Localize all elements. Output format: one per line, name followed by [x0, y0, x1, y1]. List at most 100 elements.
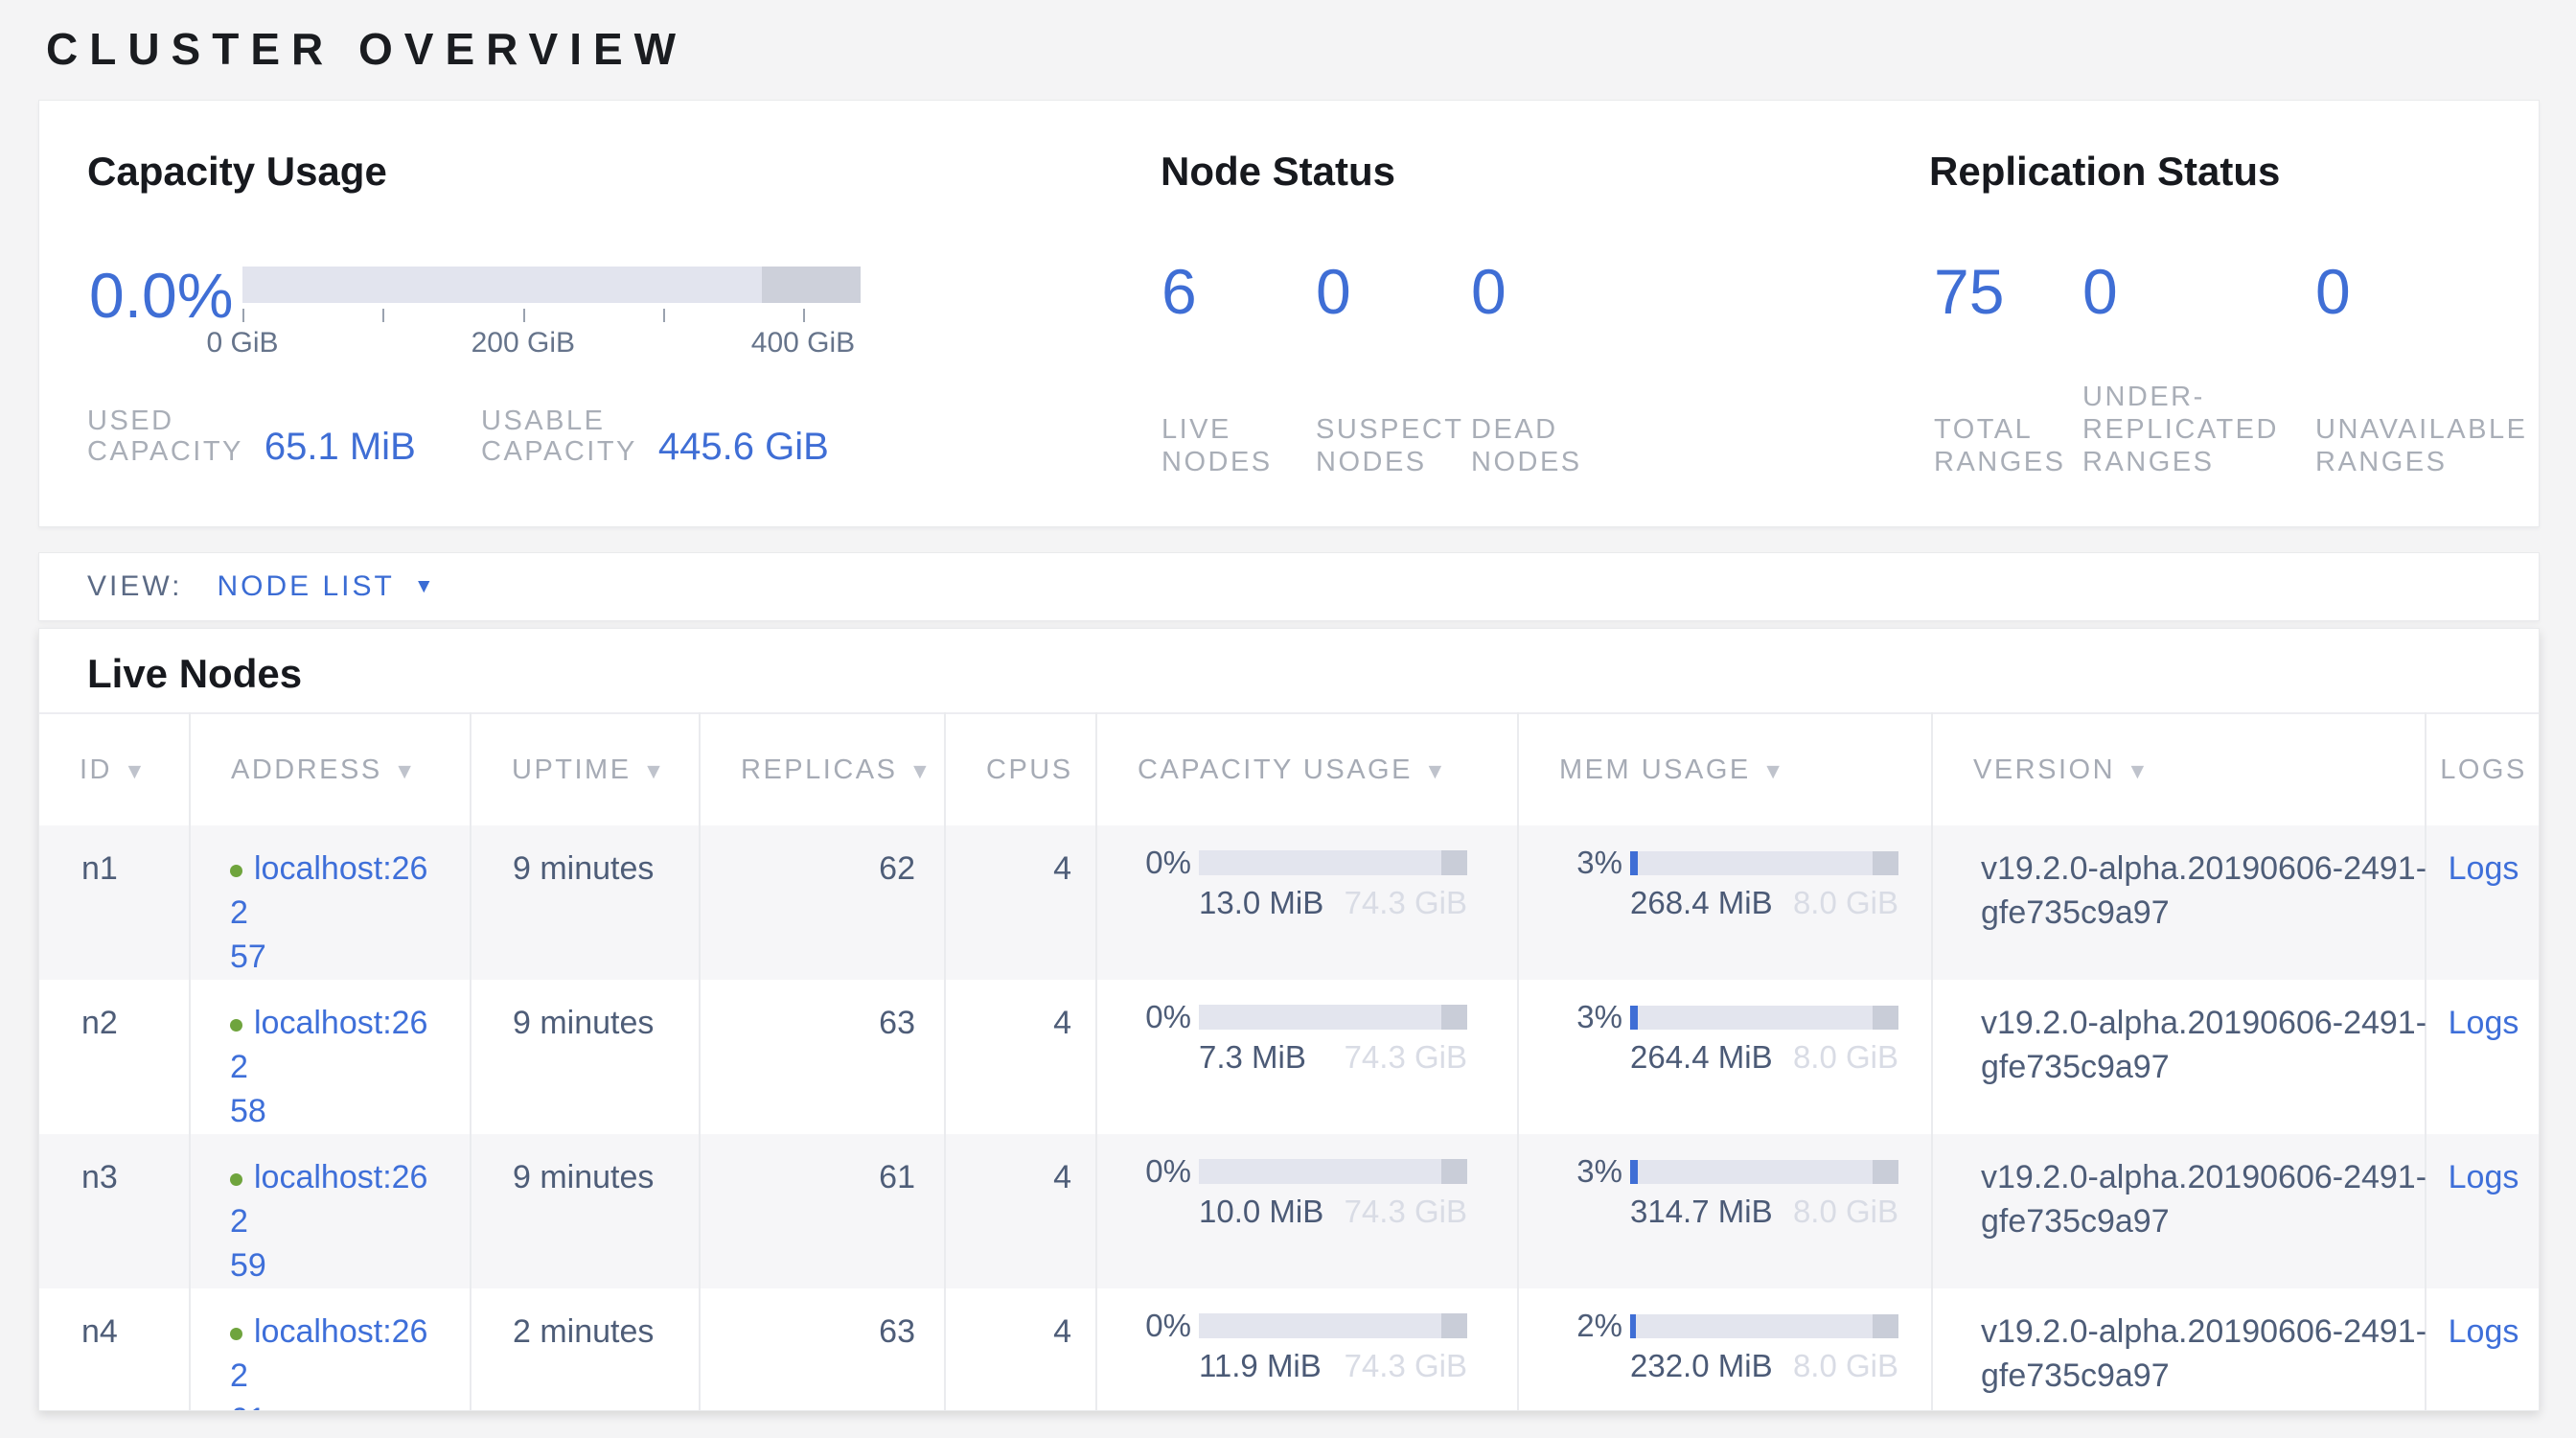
usage-used-value: 232.0 MiB — [1630, 1349, 1773, 1383]
node-version: v19.2.0-alpha.20190606-2491-gfe735c9a97 — [1981, 1001, 2431, 1089]
usage-percent: 0% — [1098, 1310, 1199, 1342]
usage-percent: 0% — [1098, 1001, 1199, 1033]
capacity-usage-gauge: 0%7.3 MiB 74.3 GiB — [1098, 1001, 1516, 1075]
usage-bar-track — [1630, 851, 1898, 875]
metric-label: UNAVAILABLERANGES — [2315, 413, 2536, 478]
node-id: n1 — [39, 825, 190, 980]
node-cpus: 4 — [945, 980, 1096, 1134]
node-address: localhost:26259 — [230, 1155, 436, 1287]
sort-desc-icon[interactable]: ▼ — [394, 758, 418, 783]
usage-bar-endcap — [1873, 1160, 1898, 1184]
capacity-usage-gauge: 0%11.9 MiB 74.3 GiB — [1098, 1310, 1516, 1383]
sort-desc-icon[interactable]: ▼ — [124, 758, 148, 783]
node-replicas: 62 — [700, 825, 945, 980]
column-header-mem-usage[interactable]: MEM USAGE▼ — [1518, 713, 1932, 825]
node-logs-link[interactable]: Logs — [2449, 850, 2519, 887]
column-header-version[interactable]: VERSION▼ — [1932, 713, 2426, 825]
usage-total-value: 74.3 GiB — [1345, 1349, 1467, 1383]
cluster-summary-panel: Capacity Usage Node Status Replication S… — [38, 100, 2540, 527]
summary-metric: 0UNAVAILABLERANGES — [2315, 260, 2536, 478]
axis-tick — [382, 309, 384, 322]
metric-value: 0 — [1471, 260, 1663, 323]
usage-used-value: 11.9 MiB — [1199, 1349, 1322, 1383]
view-selector-bar: VIEW: NODE LIST ▼ — [38, 552, 2540, 621]
mem-usage-gauge: 3%264.4 MiB8.0 GiB — [1520, 1001, 1930, 1075]
table-row-n3: n3localhost:262599 minutes6140%10.0 MiB7… — [39, 1134, 2540, 1288]
metric-value: 6 — [1162, 260, 1316, 323]
axis-tick-label: 400 GiB — [751, 327, 855, 360]
node-address-link[interactable]: localhost:26259 — [230, 1159, 427, 1284]
column-header-replicas[interactable]: REPLICAS▼ — [700, 713, 945, 825]
replication-status-heading: Replication Status — [1929, 149, 2280, 195]
usage-used-value: 314.7 MiB — [1630, 1194, 1773, 1229]
node-uptime: 2 minutes — [471, 1288, 700, 1411]
node-logs-link[interactable]: Logs — [2449, 1005, 2519, 1041]
usage-bar-track — [1199, 850, 1467, 875]
sort-desc-icon[interactable]: ▼ — [908, 758, 932, 783]
usage-bar-endcap — [1873, 1006, 1898, 1030]
node-logs-link[interactable]: Logs — [2449, 1159, 2519, 1195]
usable-capacity-value: 445.6 GiB — [658, 426, 829, 469]
usage-bar-track — [1199, 1159, 1467, 1184]
summary-metric: 0UNDER-REPLICATEDRANGES — [2082, 260, 2315, 478]
metric-label: SUSPECTNODES — [1316, 413, 1471, 478]
axis-tick — [523, 309, 525, 322]
usage-bar-track — [1630, 1314, 1898, 1338]
node-address-link[interactable]: localhost:26258 — [230, 1005, 427, 1129]
capacity-bar-track — [242, 267, 861, 303]
node-live-status-icon — [230, 865, 242, 877]
usage-used-value: 7.3 MiB — [1199, 1040, 1306, 1075]
sort-desc-icon[interactable]: ▼ — [2127, 758, 2150, 783]
node-address: localhost:26261 — [230, 1310, 436, 1411]
node-version: v19.2.0-alpha.20190606-2491-gfe735c9a97 — [1981, 1155, 2431, 1243]
column-header-address[interactable]: ADDRESS▼ — [190, 713, 471, 825]
column-header-uptime[interactable]: UPTIME▼ — [471, 713, 700, 825]
node-live-status-icon — [230, 1173, 242, 1186]
usage-bar-endcap — [1873, 851, 1898, 875]
sort-desc-icon[interactable]: ▼ — [1762, 758, 1786, 783]
summary-metric: 75TOTALRANGES — [1934, 260, 2082, 478]
usage-bar-fill — [1630, 1160, 1638, 1184]
usage-percent: 3% — [1520, 847, 1630, 879]
metric-value: 0 — [2082, 260, 2315, 323]
capacity-usage-gauge: 0%10.0 MiB74.3 GiB — [1098, 1155, 1516, 1229]
mem-usage-gauge: 3%314.7 MiB8.0 GiB — [1520, 1155, 1930, 1229]
sort-desc-icon[interactable]: ▼ — [1424, 758, 1448, 783]
node-replicas: 63 — [700, 1288, 945, 1411]
column-header-id[interactable]: ID▼ — [39, 713, 190, 825]
usage-percent: 3% — [1520, 1155, 1630, 1188]
node-address-link[interactable]: localhost:26257 — [230, 850, 427, 975]
node-logs-link[interactable]: Logs — [2449, 1313, 2519, 1350]
usage-bar-endcap — [1441, 1313, 1467, 1338]
node-status-heading: Node Status — [1161, 149, 1395, 195]
node-uptime: 9 minutes — [471, 825, 700, 980]
used-capacity-value: 65.1 MiB — [264, 426, 416, 469]
column-header-capacity-usage[interactable]: CAPACITY USAGE▼ — [1096, 713, 1518, 825]
sort-desc-icon[interactable]: ▼ — [643, 758, 667, 783]
chevron-down-icon[interactable]: ▼ — [414, 575, 434, 598]
usage-bar-fill — [1630, 1006, 1638, 1030]
axis-tick — [242, 309, 244, 322]
node-address-link[interactable]: localhost:26261 — [230, 1313, 427, 1411]
used-capacity-label: USEDCAPACITY — [87, 406, 243, 467]
column-header-logs: LOGS — [2426, 713, 2540, 825]
metric-label: TOTALRANGES — [1934, 413, 2082, 478]
view-dropdown[interactable]: NODE LIST — [217, 570, 394, 603]
usage-used-value: 13.0 MiB — [1199, 886, 1323, 920]
node-replicas: 63 — [700, 980, 945, 1134]
replication-status-metrics: 75TOTALRANGES0UNDER-REPLICATEDRANGES0UNA… — [1934, 260, 2536, 478]
live-nodes-table: ID▼ADDRESS▼UPTIME▼REPLICAS▼CPUSCAPACITY … — [39, 712, 2540, 1411]
node-address: localhost:26257 — [230, 847, 436, 979]
summary-metric: 6LIVENODES — [1162, 260, 1316, 478]
usage-bar-track — [1199, 1005, 1467, 1030]
mem-usage-gauge: 3%268.4 MiB8.0 GiB — [1520, 847, 1930, 920]
used-capacity-stat: USEDCAPACITY 65.1 MiB — [87, 406, 416, 467]
capacity-bar-chart: 0 GiB200 GiB400 GiB — [242, 267, 861, 358]
node-id: n4 — [39, 1288, 190, 1411]
usage-total-value: 74.3 GiB — [1345, 1040, 1467, 1075]
axis-tick — [803, 309, 805, 322]
usage-bar-fill — [1630, 1314, 1636, 1338]
usage-percent: 0% — [1098, 847, 1199, 879]
node-replicas: 61 — [700, 1134, 945, 1288]
metric-label: DEADNODES — [1471, 413, 1663, 478]
